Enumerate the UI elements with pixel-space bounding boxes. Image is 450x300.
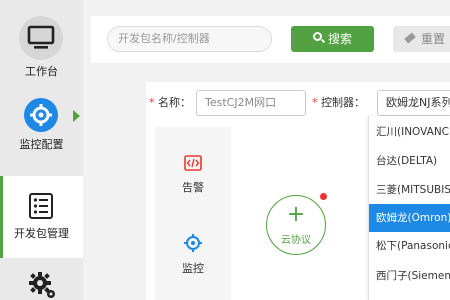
- tile-column: 告警 监控: [155, 127, 231, 300]
- eraser-icon: [404, 32, 416, 44]
- form-row: * 名称： TestCJ2M网口 * 控制器： 欧姆龙NJ系列: [146, 88, 450, 118]
- search-input[interactable]: 开发包名称/控制器: [107, 26, 272, 52]
- monitor-config-icon: [30, 104, 52, 126]
- name-input[interactable]: TestCJ2M网口: [196, 90, 306, 116]
- package-list-icon: [29, 193, 53, 219]
- controller-select[interactable]: 欧姆龙NJ系列: [377, 90, 450, 116]
- dropdown-option-selected[interactable]: 欧姆龙(Omron): [369, 204, 450, 232]
- monitor-config-icon-bg: [24, 98, 58, 132]
- sidebar-item-package-management[interactable]: 开发包管理: [0, 176, 83, 258]
- sidebar-item-workbench[interactable]: 工作台: [0, 0, 83, 88]
- workbench-icon-bg: [19, 16, 63, 60]
- search-button[interactable]: 搜索: [291, 26, 374, 52]
- search-button-label: 搜索: [327, 32, 352, 46]
- monitor-target-icon: [184, 234, 202, 252]
- toolbar: 开发包名称/控制器 搜索 重置: [91, 16, 450, 63]
- alarm-code-icon: [184, 155, 202, 171]
- tile-monitor-label: 监控: [182, 262, 204, 275]
- tile-monitor[interactable]: 监控: [155, 217, 231, 297]
- sidebar-item-monitor-config[interactable]: 监控配置: [0, 88, 83, 176]
- dropdown-option[interactable]: 汇川(INOVANCE: [369, 118, 450, 146]
- controller-field-label: * 控制器：: [312, 96, 365, 109]
- active-arrow-icon: [73, 110, 80, 122]
- cloud-protocol-button[interactable]: + 云协议: [266, 195, 326, 255]
- dropdown-option[interactable]: 台达(DELTA): [369, 147, 450, 175]
- monitor-icon: [27, 25, 55, 49]
- dropdown-option[interactable]: 西门子(Siemens: [369, 262, 450, 290]
- sidebar: 工作台 监控配置 开发包管理: [0, 0, 83, 300]
- dropdown-option[interactable]: 松下(Panasonic: [369, 232, 450, 260]
- required-mark: *: [312, 96, 318, 109]
- tile-alarm[interactable]: 告警: [155, 127, 231, 207]
- sidebar-item-label: 工作台: [25, 65, 58, 78]
- cloud-protocol-label: 云协议: [281, 235, 311, 246]
- search-icon: [312, 32, 326, 44]
- sidebar-item-settings[interactable]: [0, 262, 83, 300]
- dropdown-option[interactable]: 三菱(MITSUBISHI: [369, 176, 450, 204]
- required-mark: *: [149, 96, 155, 109]
- notification-dot: [320, 193, 327, 200]
- active-indicator: [0, 176, 3, 258]
- settings-gear-icon: [29, 272, 55, 298]
- sidebar-item-label: 监控配置: [19, 138, 64, 151]
- controller-dropdown: 汇川(INOVANCE 台达(DELTA) 三菱(MITSUBISHI 欧姆龙(…: [368, 116, 450, 300]
- reset-button-label: 重置: [421, 32, 446, 46]
- sidebar-item-label: 开发包管理: [14, 227, 69, 240]
- name-field-label: * 名称：: [149, 96, 191, 109]
- plus-icon: +: [286, 202, 306, 227]
- reset-button[interactable]: 重置: [393, 26, 450, 52]
- tile-alarm-label: 告警: [182, 181, 204, 194]
